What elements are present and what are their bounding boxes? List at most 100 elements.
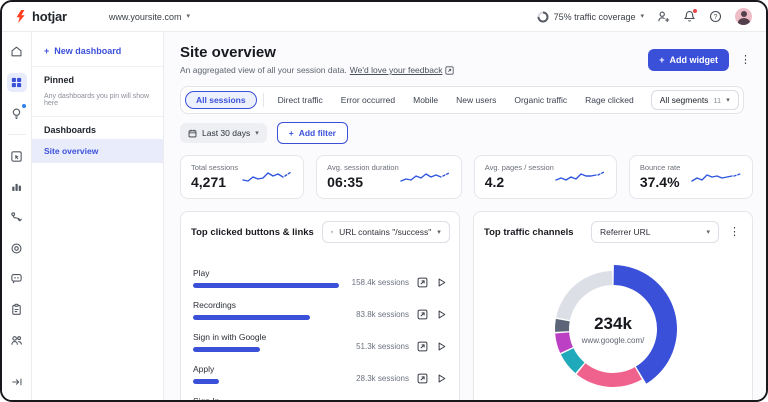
referrer-dropdown[interactable]: Referrer URL ▾ [591,221,719,243]
chevron-down-icon: ▾ [706,228,710,236]
stat-label: Total sessions [191,163,239,172]
stat-card-pages-per-session: Avg. pages / session 4.2 [473,155,617,199]
view-heatmap-button[interactable] [417,309,428,320]
clicked-bar [193,347,261,352]
dashboards-sidebar: + New dashboard Pinned Any dashboards yo… [32,32,164,400]
sessions-count: 28.3k sessions [356,374,409,383]
widget-header: Top traffic channels Referrer URL ▾ ⋮ [474,212,752,252]
rail-highlights-button[interactable] [7,103,27,123]
view-heatmap-button[interactable] [417,277,428,288]
tab-organic-traffic[interactable]: Organic traffic [505,91,576,109]
page-title: Site overview [180,44,276,61]
users-icon [11,336,22,345]
dashboards-icon [11,77,22,88]
sidebar-item-site-overview[interactable]: Site overview [32,139,163,163]
feedback-bubble-icon [11,274,22,284]
widget-menu-button[interactable]: ⋮ [458,225,459,240]
lightbulb-icon [12,108,21,119]
date-range-value: Last 30 days [202,128,251,138]
all-segments-dropdown[interactable]: All segments 11 ▾ [650,90,739,110]
help-button[interactable]: ? [709,10,722,23]
tab-direct-traffic[interactable]: Direct traffic [269,91,332,109]
page-menu-button[interactable]: ⋮ [738,53,753,68]
play-recordings-button[interactable] [436,309,447,320]
rail-surveys-button[interactable] [7,300,27,320]
clicked-row: Sign In 28k sessions [193,396,447,400]
open-heatmap-icon [417,309,428,320]
page-icon [331,230,333,234]
site-selector-dropdown[interactable]: www.yoursite.com ▾ [109,12,190,22]
rail-journeys-button[interactable] [7,208,27,228]
rail-heatmaps-button[interactable] [7,146,27,166]
play-recordings-button[interactable] [436,341,447,352]
stat-card-avg-duration: Avg. session duration 06:35 [316,155,462,199]
tab-all-sessions[interactable]: All sessions [185,91,257,109]
tab-error-occurred[interactable]: Error occurred [332,91,404,109]
url-filter-dropdown[interactable]: URL contains "/success" ▾ [321,221,450,243]
rail-goals-button[interactable] [7,238,27,258]
clicked-label: Apply [193,364,215,374]
rail-home-button[interactable] [7,42,27,62]
target-icon [11,243,22,254]
stat-label: Avg. session duration [327,163,399,172]
home-icon [11,47,22,57]
widget-menu-button[interactable]: ⋮ [727,225,742,240]
chevron-down-icon: ▾ [186,13,190,20]
play-recordings-button[interactable] [436,277,447,288]
heatmaps-icon [11,150,22,162]
page-header: Site overview An aggregated view of all … [180,44,753,75]
rail-interviews-button[interactable] [7,331,27,351]
clicked-list: Play 158.4k sessions Recordings 83.8k se… [181,252,459,400]
rail-feedback-button[interactable] [7,269,27,289]
brand-name: hotjar [32,9,67,24]
journeys-icon [11,212,22,222]
clicked-row: Play 158.4k sessions [193,268,447,288]
notifications-button[interactable] [683,9,697,23]
main-content: Site overview An aggregated view of all … [164,32,766,400]
segments-bar: All sessions Direct traffic Error occurr… [180,86,753,114]
traffic-coverage-dropdown[interactable]: 75% traffic coverage ▾ [537,11,644,23]
open-heatmap-icon [417,341,428,352]
sessions-count: 51.3k sessions [356,342,409,351]
clipboard-icon [12,303,21,316]
stat-card-bounce-rate: Bounce rate 37.4% [628,155,753,199]
site-selector-value: www.yoursite.com [108,11,182,22]
tab-mobile[interactable]: Mobile [404,91,447,109]
user-avatar[interactable] [735,8,752,25]
donut-segment [576,363,642,387]
rail-trends-button[interactable] [7,177,27,197]
stats-row: Total sessions 4,271 Avg. session durati… [180,155,753,199]
invite-user-button[interactable] [657,10,670,23]
stat-label: Bounce rate [639,163,681,172]
app-window: hotjar www.yoursite.com ▾ 75% traffic co… [0,0,768,402]
rail-dashboards-button[interactable] [6,72,27,93]
chevron-down-icon: ▾ [255,129,259,137]
widget-header: Top clicked buttons & links URL contains… [181,212,459,252]
clicked-bar [193,315,310,320]
play-recordings-button[interactable] [436,373,447,384]
tab-separator [262,93,264,107]
play-icon [438,310,446,319]
widget-title: Top clicked buttons & links [191,226,314,238]
feedback-link[interactable]: We'd love your feedback [350,65,443,75]
new-dashboard-button[interactable]: + New dashboard [32,36,163,66]
pages-sparkline [555,171,605,181]
stat-value: 06:35 [327,174,363,190]
pinned-header: Pinned [44,75,75,85]
add-widget-button[interactable]: + Add widget [648,49,729,71]
view-heatmap-button[interactable] [417,341,428,352]
duration-sparkline [400,172,450,182]
chevron-down-icon: ▾ [437,228,441,236]
date-range-dropdown[interactable]: Last 30 days ▾ [180,123,267,143]
donut-svg [555,265,677,387]
tab-new-users[interactable]: New users [447,91,505,109]
clicked-label: Sign In [193,396,339,400]
topbar-actions: 75% traffic coverage ▾ ? [537,8,752,25]
tab-rage-clicked[interactable]: Rage clicked [576,91,643,109]
add-filter-button[interactable]: + Add filter [276,122,348,144]
pinned-empty-text: Any dashboards you pin will show here [44,93,150,107]
collapse-sidebar-button[interactable] [7,372,27,392]
view-heatmap-button[interactable] [417,373,428,384]
clicked-bar [193,283,339,288]
sessions-count: 158.4k sessions [351,278,409,287]
